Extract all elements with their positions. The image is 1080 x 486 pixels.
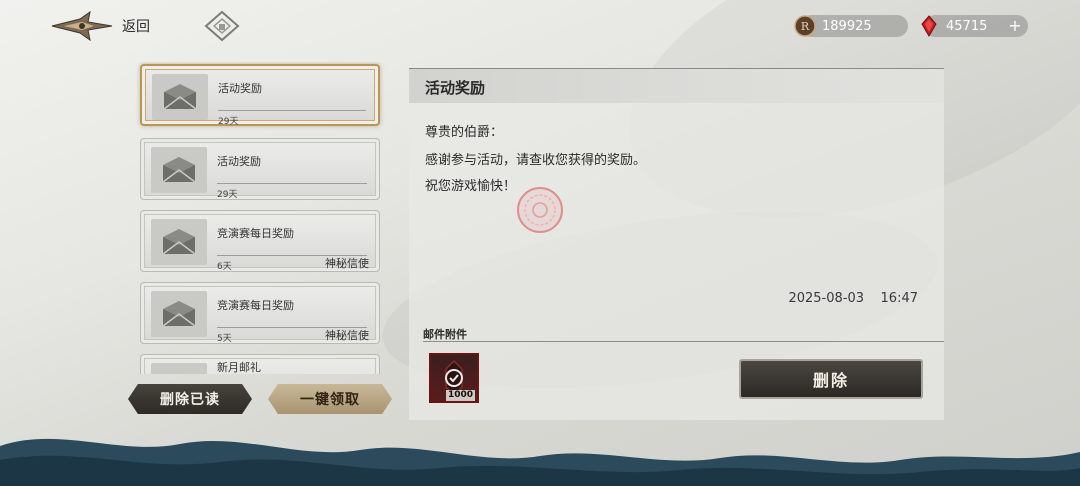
back-button[interactable]: 返回: [50, 10, 210, 42]
mail-item[interactable]: 竞演赛每日奖励 5天 神秘信使: [140, 282, 380, 344]
gold-amount: 189925: [822, 18, 872, 34]
delete-read-button[interactable]: 删除已读: [128, 384, 252, 414]
diamond-home-icon[interactable]: [204, 10, 240, 42]
attachment-item[interactable]: 1000: [429, 353, 479, 403]
mail-list[interactable]: 活动奖励 29天 活动奖励 29天 竞演赛每日奖励 6天 神秘信使 竞演赛每日奖…: [132, 62, 390, 374]
top-bar: 返回 R 189925 45715 +: [0, 0, 1080, 52]
mail-icon-box: [151, 147, 207, 193]
claim-all-button[interactable]: 一键领取: [268, 384, 392, 414]
mail-icon-box: [151, 291, 207, 337]
wave-decoration: [0, 438, 1080, 486]
mail-item[interactable]: 竞演赛每日奖励 6天 神秘信使: [140, 210, 380, 272]
ornate-wing-emblem-icon: [51, 10, 113, 42]
mail-sender: 神秘信使: [325, 257, 369, 270]
delete-mail-button[interactable]: 删除: [739, 359, 923, 399]
envelope-icon: [162, 157, 196, 183]
mail-detail-panel: 活动奖励 尊贵的伯爵： 感谢参与活动，请查收您获得的奖励。 祝您游戏愉快！ 20…: [409, 68, 944, 420]
mail-sender: 神秘信使: [325, 329, 369, 342]
round-seal-icon: [517, 187, 563, 233]
red-gem-icon: [921, 15, 937, 37]
coin-icon: R: [794, 15, 816, 37]
mail-item[interactable]: 新月邮礼: [140, 354, 380, 374]
mail-greeting: 尊贵的伯爵：: [425, 125, 504, 140]
mail-divider: [218, 110, 366, 111]
envelope-icon: [162, 301, 196, 327]
envelope-icon: [162, 229, 196, 255]
mail-item-selected[interactable]: 活动奖励 29天: [140, 64, 380, 127]
envelope-icon: [163, 84, 197, 110]
mail-days: 29天: [217, 190, 238, 200]
mail-title: 新月邮礼: [217, 361, 261, 374]
mail-body: 感谢参与活动，请查收您获得的奖励。: [425, 153, 647, 168]
mail-title: 竞演赛每日奖励: [217, 299, 294, 312]
mail-days: 29天: [218, 117, 239, 127]
mail-closing: 祝您游戏愉快！: [425, 179, 517, 194]
svg-text:R: R: [801, 20, 810, 33]
mail-days: 6天: [217, 262, 232, 272]
detail-title: 活动奖励: [425, 79, 486, 97]
mail-item[interactable]: 活动奖励 29天: [140, 138, 380, 200]
detail-header: 活动奖励: [409, 69, 944, 103]
back-label: 返回: [122, 19, 150, 35]
mail-days: 5天: [217, 334, 232, 344]
mail-icon-box: [151, 363, 207, 374]
mail-icon-box: [151, 219, 207, 265]
add-gem-button[interactable]: +: [1006, 17, 1024, 35]
gem-amount: 45715: [946, 18, 988, 34]
mail-title: 竞演赛每日奖励: [217, 227, 294, 240]
attachments-divider: [423, 341, 944, 342]
mail-divider: [217, 183, 367, 184]
mail-timestamp: 2025-08-03 16:47: [788, 291, 918, 306]
gold-currency-display: R 189925: [794, 15, 908, 37]
mail-icon-box: [152, 74, 208, 120]
gem-currency-display: 45715 +: [921, 15, 1028, 37]
mail-title: 活动奖励: [217, 155, 261, 168]
mail-title: 活动奖励: [218, 82, 262, 95]
attachment-quantity: 1000: [445, 390, 475, 401]
attachments-label: 邮件附件: [423, 328, 467, 341]
